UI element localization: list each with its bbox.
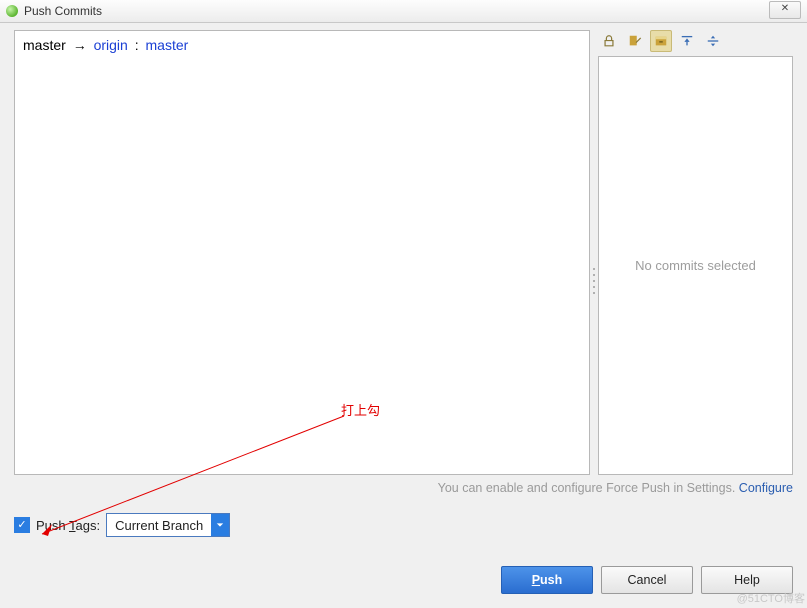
window-close-button[interactable]: ✕ xyxy=(769,1,801,19)
local-branch-label: master xyxy=(23,37,66,53)
edit-icon[interactable] xyxy=(624,30,646,52)
lock-icon[interactable] xyxy=(598,30,620,52)
titlebar: Push Commits ✕ xyxy=(0,0,807,23)
branch-mapping-row[interactable]: master → origin : master xyxy=(23,37,188,53)
colon-label: : xyxy=(135,37,139,53)
preview-toolbar xyxy=(598,30,793,52)
push-tags-label[interactable]: Push Tags: xyxy=(36,518,100,533)
push-tags-row: ✓ Push Tags: Current Branch xyxy=(14,513,793,537)
remote-branch-label: master xyxy=(146,37,189,53)
expand-mid-icon[interactable] xyxy=(702,30,724,52)
push-tags-combo[interactable]: Current Branch xyxy=(106,513,230,537)
splitter-handle[interactable] xyxy=(593,266,597,296)
collapse-icon[interactable] xyxy=(650,30,672,52)
annotation-label: 打上勾 xyxy=(341,400,380,419)
dialog-content: master → origin : master xyxy=(14,30,793,594)
remote-name-label: origin xyxy=(94,37,128,53)
app-icon xyxy=(6,5,18,17)
preview-empty-text: No commits selected xyxy=(635,258,756,273)
window-title: Push Commits xyxy=(24,4,102,18)
main-row: master → origin : master xyxy=(14,30,793,475)
hint-text: You can enable and configure Force Push … xyxy=(438,481,739,495)
configure-link[interactable]: Configure xyxy=(739,481,793,495)
expand-top-icon[interactable] xyxy=(676,30,698,52)
right-column: No commits selected xyxy=(598,30,793,475)
arrow-icon: → xyxy=(73,37,87,53)
push-tags-combo-value: Current Branch xyxy=(107,514,211,536)
force-push-hint: You can enable and configure Force Push … xyxy=(14,481,793,495)
push-tags-checkbox[interactable]: ✓ xyxy=(14,517,30,533)
watermark: @51CTO博客 xyxy=(737,590,805,606)
chevron-down-icon[interactable] xyxy=(211,514,229,536)
cancel-button[interactable]: Cancel xyxy=(601,566,693,594)
push-button[interactable]: Push xyxy=(501,566,593,594)
commit-preview-panel: No commits selected xyxy=(598,56,793,475)
commits-tree[interactable]: master → origin : master xyxy=(14,30,590,475)
